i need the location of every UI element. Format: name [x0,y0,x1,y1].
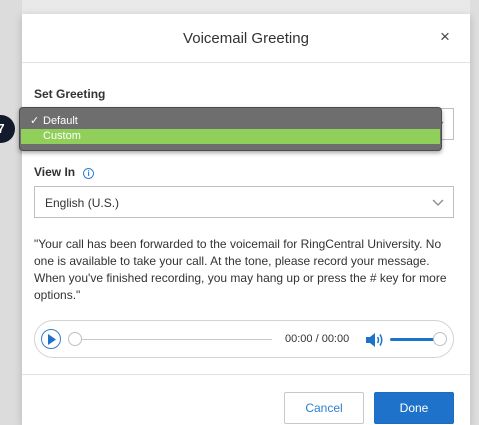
background-panel-top [0,0,479,14]
dialog-header: Voicemail Greeting × [22,14,470,63]
language-select-value: English (U.S.) [45,196,120,210]
info-icon[interactable]: i [83,168,95,179]
check-icon: ✓ [30,115,40,127]
language-select[interactable]: English (U.S.) [34,186,454,218]
seek-track[interactable] [76,339,272,340]
footer-divider [22,374,470,375]
audio-player: 00:00 / 00:00 [34,320,454,358]
play-button[interactable] [41,329,61,349]
done-button[interactable]: Done [374,392,454,424]
background-panel-right [470,0,479,425]
background-panel-left [0,0,22,425]
option-label: Default [43,115,78,127]
volume-icon[interactable] [365,332,385,348]
view-in-text: View In [34,165,76,179]
chevron-down-icon [432,199,444,206]
greeting-dropdown-menu: ✓ Default Custom [19,107,442,151]
voicemail-greeting-dialog: Voicemail Greeting × Set Greeting View I… [22,14,470,425]
greeting-message: "Your call has been forwarded to the voi… [34,237,447,302]
set-greeting-label: Set Greeting [34,87,106,101]
play-icon [48,334,56,345]
option-label: Custom [43,130,81,142]
dialog-title: Voicemail Greeting [183,30,309,47]
dropdown-option-default[interactable]: ✓ Default [21,114,440,129]
volume-handle[interactable] [433,332,447,346]
close-icon[interactable]: × [436,28,454,46]
dropdown-option-custom[interactable]: Custom [21,129,440,144]
seek-handle[interactable] [68,332,82,346]
playback-time: 00:00 / 00:00 [285,333,350,345]
view-in-label: View In i [34,165,95,179]
cancel-button[interactable]: Cancel [284,392,364,424]
